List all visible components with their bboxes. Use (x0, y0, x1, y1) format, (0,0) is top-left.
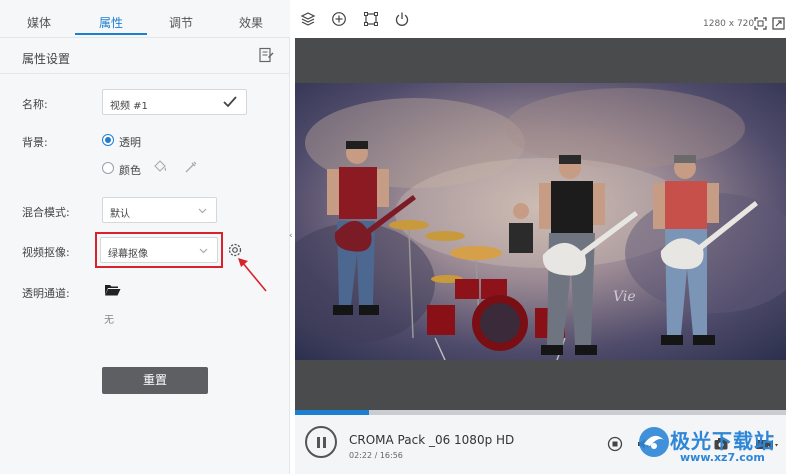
media-time: 02:22 / 16:56 (349, 451, 403, 460)
radio-color[interactable] (102, 162, 114, 174)
folder-open-icon[interactable] (104, 283, 121, 296)
section-header: 属性设置 (0, 38, 290, 74)
properties-panel: 媒体 属性 调节 效果 属性设置 名称: 视频 #1 背景: 透明 颜色 混合模… (0, 0, 290, 474)
blend-mode-label: 混合模式: (22, 206, 70, 219)
active-tab-indicator (75, 33, 147, 35)
video-preview[interactable]: Vie (295, 38, 786, 410)
site-watermark-logo (639, 427, 669, 457)
background-label: 背景: (22, 136, 48, 149)
crop-frame-icon[interactable] (363, 11, 379, 27)
media-title: CROMA Pack _06 1080p HD (349, 433, 515, 447)
eyedropper-icon[interactable] (184, 160, 198, 174)
add-circle-icon[interactable] (331, 11, 347, 27)
video-frame: Vie (295, 83, 786, 360)
tab-effects[interactable]: 效果 (215, 14, 287, 31)
layers-icon[interactable] (300, 11, 316, 27)
collapse-panel-handle[interactable]: ‹ (289, 231, 293, 241)
checkmark-icon[interactable] (223, 96, 237, 108)
radio-transparent-label: 透明 (119, 136, 141, 149)
tab-bar: 媒体 属性 调节 效果 (0, 0, 290, 38)
name-input[interactable]: 视频 #1 (102, 89, 247, 115)
alpha-channel-label: 透明通道: (22, 287, 70, 300)
video-matting-label: 视频抠像: (22, 246, 70, 259)
radio-transparent[interactable] (102, 134, 114, 146)
video-logo: Vie (613, 289, 636, 305)
power-icon[interactable] (394, 11, 410, 27)
name-label: 名称: (22, 98, 48, 111)
site-watermark-url: www.xz7.com (680, 451, 765, 464)
radio-color-label: 颜色 (119, 164, 141, 177)
alpha-channel-value: 无 (104, 315, 114, 326)
fullscreen-icon[interactable] (772, 17, 785, 30)
fit-screen-icon[interactable] (754, 17, 767, 30)
tab-properties[interactable]: 属性 (75, 14, 147, 31)
reset-button[interactable]: 重置 (102, 367, 208, 394)
tab-media[interactable]: 媒体 (3, 14, 75, 31)
site-watermark-name: 极光下载站 (670, 429, 775, 453)
tab-adjust[interactable]: 调节 (145, 14, 217, 31)
chevron-down-icon (198, 208, 207, 214)
paint-bucket-icon[interactable] (152, 160, 168, 175)
red-arrow-annotation (238, 258, 267, 292)
blend-mode-select[interactable]: 默认 (102, 197, 217, 223)
stop-icon[interactable] (607, 436, 623, 452)
highlight-box (95, 232, 223, 268)
pause-button[interactable] (305, 426, 337, 458)
resolution-label: 1280 x 720 (703, 19, 755, 29)
blend-mode-value: 默认 (110, 209, 130, 220)
name-value: 视频 #1 (110, 101, 148, 112)
section-title: 属性设置 (22, 52, 71, 66)
edit-document-icon[interactable] (258, 47, 274, 63)
